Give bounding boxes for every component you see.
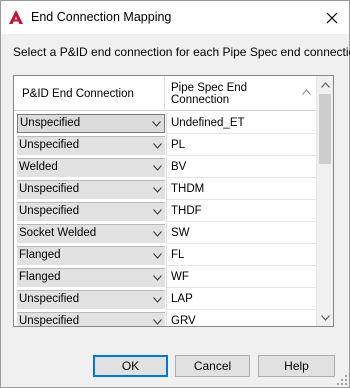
- pid-connection-dropdown[interactable]: Unspecified: [17, 136, 165, 155]
- mapping-grid: P&ID End Connection Pipe Spec End Connec…: [13, 75, 334, 327]
- autocad-app-icon: [8, 9, 24, 25]
- spec-connection-cell: THDM: [166, 179, 317, 200]
- dropdown-value: Unspecified: [19, 205, 80, 217]
- chevron-down-icon: [320, 314, 330, 321]
- cancel-button[interactable]: Cancel: [175, 355, 250, 377]
- spec-connection-value: LAP: [171, 293, 193, 305]
- table-row: Unspecified Undefined_ET: [14, 112, 317, 134]
- grid-rows: Unspecified Undefined_ET Unspecified PL …: [14, 112, 317, 327]
- spec-connection-cell: LAP: [166, 289, 317, 310]
- grid-header: P&ID End Connection Pipe Spec End Connec…: [14, 76, 317, 111]
- column-header-pid-label: P&ID End Connection: [22, 87, 134, 100]
- spec-connection-value: FL: [171, 249, 185, 261]
- dropdown-value: Unspecified: [19, 293, 80, 305]
- help-button[interactable]: Help: [258, 355, 335, 377]
- spec-connection-cell: PL: [166, 135, 317, 156]
- spec-connection-cell: SW: [166, 223, 317, 244]
- dropdown-value: Welded: [19, 161, 58, 173]
- spec-connection-value: GRV: [171, 315, 196, 327]
- instructions-text: Select a P&ID end connection for each Pi…: [13, 45, 350, 59]
- pid-connection-dropdown[interactable]: Flanged: [17, 246, 165, 265]
- close-button[interactable]: [315, 1, 349, 34]
- vertical-scrollbar[interactable]: [316, 76, 333, 326]
- scroll-up-button[interactable]: [317, 76, 333, 93]
- chevron-down-icon[interactable]: [150, 269, 165, 287]
- dialog-window: End Connection Mapping Select a P&ID end…: [0, 0, 350, 388]
- spec-connection-value: SW: [171, 227, 190, 239]
- dropdown-value: Socket Welded: [19, 227, 97, 239]
- column-header-pid[interactable]: P&ID End Connection: [14, 76, 165, 111]
- table-row: Unspecified LAP: [14, 288, 317, 310]
- pid-connection-dropdown[interactable]: Unspecified: [17, 312, 165, 327]
- table-row: Unspecified THDM: [14, 178, 317, 200]
- pid-connection-dropdown[interactable]: Unspecified: [17, 290, 165, 309]
- dropdown-value: Flanged: [19, 271, 61, 283]
- spec-connection-cell: Undefined_ET: [166, 113, 317, 134]
- chevron-down-icon[interactable]: [150, 181, 165, 199]
- table-row: Welded BV: [14, 156, 317, 178]
- chevron-up-icon: [320, 81, 330, 88]
- column-header-spec-label: Pipe Spec End Connection: [171, 82, 247, 106]
- spec-connection-cell: BV: [166, 157, 317, 178]
- spec-connection-value: BV: [171, 161, 187, 173]
- close-icon: [326, 12, 338, 23]
- chevron-down-icon[interactable]: [150, 203, 165, 221]
- chevron-down-icon[interactable]: [149, 115, 164, 133]
- chevron-down-icon[interactable]: [150, 313, 165, 326]
- pid-connection-dropdown[interactable]: Flanged: [17, 268, 165, 287]
- dropdown-value: Unspecified: [19, 315, 80, 327]
- pid-connection-dropdown[interactable]: Socket Welded: [17, 224, 165, 243]
- chevron-down-icon[interactable]: [150, 291, 165, 309]
- dialog-title: End Connection Mapping: [31, 10, 172, 24]
- chevron-down-icon[interactable]: [150, 137, 165, 155]
- table-row: Unspecified PL: [14, 134, 317, 156]
- spec-connection-cell: FL: [166, 245, 317, 266]
- column-header-spec[interactable]: Pipe Spec End Connection: [166, 76, 317, 111]
- ok-button[interactable]: OK: [93, 355, 168, 377]
- table-row: Unspecified GRV: [14, 310, 317, 327]
- pid-connection-dropdown[interactable]: Welded: [17, 158, 165, 177]
- spec-connection-value: PL: [171, 139, 186, 151]
- table-row: Socket Welded SW: [14, 222, 317, 244]
- chevron-down-icon[interactable]: [150, 247, 165, 265]
- chevron-down-icon[interactable]: [150, 159, 165, 177]
- spec-connection-cell: THDF: [166, 201, 317, 222]
- resize-grip-icon[interactable]: [337, 375, 347, 385]
- dropdown-value: Unspecified: [19, 139, 80, 151]
- dropdown-value: Unspecified: [19, 183, 80, 195]
- column-header-spec-line2: Connection: [171, 93, 230, 106]
- scroll-down-button[interactable]: [317, 309, 333, 326]
- column-header-spec-line1: Pipe Spec End: [171, 81, 248, 94]
- sort-ascending-icon: [302, 89, 311, 95]
- spec-connection-value: THDF: [171, 205, 202, 217]
- dropdown-value: Flanged: [19, 249, 61, 261]
- spec-connection-cell: WF: [166, 267, 317, 288]
- dropdown-value: Unspecified: [20, 117, 81, 129]
- spec-connection-cell: GRV: [166, 311, 317, 327]
- table-row: Flanged WF: [14, 266, 317, 288]
- pid-connection-dropdown[interactable]: Unspecified: [17, 180, 165, 199]
- spec-connection-value: THDM: [171, 183, 205, 195]
- table-row: Flanged FL: [14, 244, 317, 266]
- chevron-down-icon[interactable]: [150, 225, 165, 243]
- table-row: Unspecified THDF: [14, 200, 317, 222]
- title-bar[interactable]: End Connection Mapping: [1, 1, 349, 34]
- scroll-thumb[interactable]: [319, 94, 331, 164]
- spec-connection-value: WF: [171, 271, 189, 283]
- pid-connection-dropdown[interactable]: Unspecified: [17, 202, 165, 221]
- pid-connection-dropdown[interactable]: Unspecified: [17, 114, 165, 133]
- spec-connection-value: Undefined_ET: [171, 117, 245, 129]
